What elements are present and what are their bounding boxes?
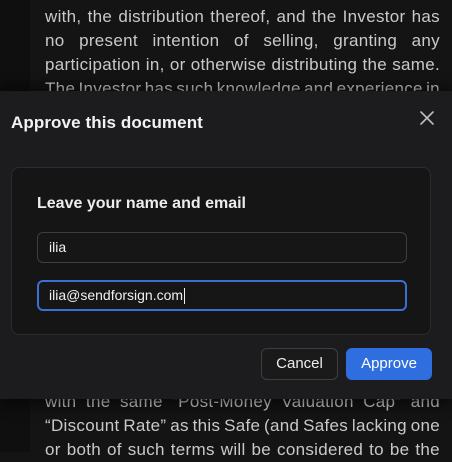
document-word: distributing [271,55,358,74]
document-word: terms [170,440,215,459]
document-word: be [389,440,410,459]
signer-info-panel: Leave your name and email ilia ilia@send… [11,167,431,335]
text-caret [184,288,186,305]
modal-title: Approve this document [11,113,203,132]
document-word: and [276,7,306,26]
document-word: Safes [303,416,349,435]
document-word: be [251,440,272,459]
document-word: this [192,416,221,435]
document-word: has [411,7,440,26]
close-button[interactable] [416,107,438,129]
document-word: participation [45,55,141,74]
approve-modal: Approve this document Leave your name an… [0,91,452,399]
document-word: no [45,31,65,50]
document-word: such [127,440,165,459]
document-word: of [106,440,122,459]
document-line: no present intention of selling, granting any [45,29,440,53]
cancel-button[interactable]: Cancel [261,348,338,380]
document-word: the [362,55,387,74]
document-word: the [87,7,113,26]
document-word: to [369,440,384,459]
document-word: as [170,416,189,435]
document-word: distribution [118,7,205,26]
document-word: otherwise [190,55,267,74]
document-word: or [45,440,61,459]
document-word: in, [145,55,165,74]
document-word: “Discount [45,416,120,435]
email-input-value: ilia@sendforsign.com [49,287,184,303]
document-word: with, [45,7,82,26]
document-word: (and [264,416,300,435]
document-word: the [311,7,337,26]
name-input[interactable]: ilia [37,232,407,263]
document-word: thereof, [210,7,271,26]
document-line: “Discount Rate” as this Safe (and Safes lacking… [45,414,440,438]
panel-title: Leave your name and email [37,195,246,212]
document-word: Rate” [123,416,167,435]
document-text-bottom: with the same “Post-Money Valuation Cap” and “D… [45,390,440,462]
document-word: of [234,31,249,50]
document-word: Investor [342,7,406,26]
email-input[interactable]: ilia@sendforsign.com [37,280,407,311]
name-input-value: ilia [49,239,67,255]
document-word: Safe [224,416,261,435]
document-word: same. [392,55,440,74]
document-word: the [415,440,440,459]
document-word: intention [152,31,220,50]
document-word: considered [277,440,364,459]
approve-button[interactable]: Approve [346,348,432,380]
close-icon [420,111,434,125]
document-word: granting [333,31,398,50]
document-word: one [410,416,440,435]
document-word: lacking [351,416,407,435]
document-line: participation in, or otherwise distributing t… [45,53,440,77]
document-word: both [66,440,101,459]
document-line: with, the distribution thereof, and the Invest… [45,5,440,29]
document-word: any [411,31,440,50]
document-word: will [220,440,246,459]
document-word: present [79,31,138,50]
document-word: selling, [263,31,319,50]
document-line: or both of such terms will be considered to be the [45,438,440,462]
document-word: or [169,55,186,74]
document-text-top: with, the distribution thereof, and the Invest… [45,5,440,101]
